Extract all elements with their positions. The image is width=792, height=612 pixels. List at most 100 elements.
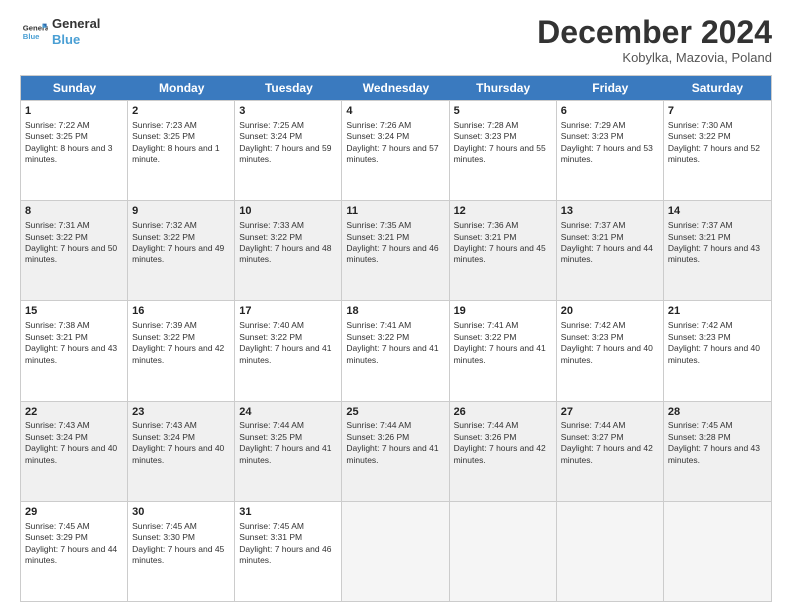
sunset-text: Sunset: 3:29 PM (25, 532, 123, 543)
logo-text: General Blue (52, 16, 100, 47)
sunrise-text: Sunrise: 7:33 AM (239, 220, 337, 231)
day-cell-6: 6Sunrise: 7:29 AMSunset: 3:23 PMDaylight… (557, 101, 664, 200)
daylight-text: Daylight: 7 hours and 41 minutes. (346, 443, 444, 466)
day-number: 2 (132, 104, 230, 119)
day-number: 26 (454, 405, 552, 420)
sunrise-text: Sunrise: 7:39 AM (132, 320, 230, 331)
logo: General Blue General Blue (20, 16, 100, 47)
day-number: 23 (132, 405, 230, 420)
empty-cell (664, 502, 771, 601)
daylight-text: Daylight: 7 hours and 41 minutes. (454, 343, 552, 366)
sunset-text: Sunset: 3:22 PM (25, 232, 123, 243)
sunrise-text: Sunrise: 7:42 AM (668, 320, 767, 331)
calendar-body: 1Sunrise: 7:22 AMSunset: 3:25 PMDaylight… (21, 100, 771, 601)
daylight-text: Daylight: 7 hours and 40 minutes. (25, 443, 123, 466)
day-cell-22: 22Sunrise: 7:43 AMSunset: 3:24 PMDayligh… (21, 402, 128, 501)
sunset-text: Sunset: 3:25 PM (239, 432, 337, 443)
day-number: 19 (454, 304, 552, 319)
day-cell-13: 13Sunrise: 7:37 AMSunset: 3:21 PMDayligh… (557, 201, 664, 300)
empty-cell (342, 502, 449, 601)
sunset-text: Sunset: 3:22 PM (239, 332, 337, 343)
sunset-text: Sunset: 3:22 PM (346, 332, 444, 343)
daylight-text: Daylight: 7 hours and 50 minutes. (25, 243, 123, 266)
day-cell-24: 24Sunrise: 7:44 AMSunset: 3:25 PMDayligh… (235, 402, 342, 501)
day-number: 12 (454, 204, 552, 219)
sunrise-text: Sunrise: 7:25 AM (239, 120, 337, 131)
sunset-text: Sunset: 3:22 PM (239, 232, 337, 243)
sunrise-text: Sunrise: 7:28 AM (454, 120, 552, 131)
sunrise-text: Sunrise: 7:26 AM (346, 120, 444, 131)
daylight-text: Daylight: 7 hours and 45 minutes. (454, 243, 552, 266)
sunset-text: Sunset: 3:31 PM (239, 532, 337, 543)
daylight-text: Daylight: 7 hours and 49 minutes. (132, 243, 230, 266)
day-number: 8 (25, 204, 123, 219)
title-block: December 2024 Kobylka, Mazovia, Poland (537, 16, 772, 65)
sunrise-text: Sunrise: 7:37 AM (668, 220, 767, 231)
day-number: 1 (25, 104, 123, 119)
daylight-text: Daylight: 7 hours and 57 minutes. (346, 143, 444, 166)
day-number: 29 (25, 505, 123, 520)
daylight-text: Daylight: 8 hours and 3 minutes. (25, 143, 123, 166)
calendar: SundayMondayTuesdayWednesdayThursdayFrid… (20, 75, 772, 602)
day-cell-31: 31Sunrise: 7:45 AMSunset: 3:31 PMDayligh… (235, 502, 342, 601)
header: General Blue General Blue December 2024 … (20, 16, 772, 65)
sunrise-text: Sunrise: 7:44 AM (454, 420, 552, 431)
empty-cell (557, 502, 664, 601)
sunset-text: Sunset: 3:23 PM (561, 332, 659, 343)
weekday-header-sunday: Sunday (21, 76, 128, 100)
day-cell-25: 25Sunrise: 7:44 AMSunset: 3:26 PMDayligh… (342, 402, 449, 501)
sunset-text: Sunset: 3:21 PM (25, 332, 123, 343)
sunrise-text: Sunrise: 7:23 AM (132, 120, 230, 131)
sunrise-text: Sunrise: 7:41 AM (346, 320, 444, 331)
sunrise-text: Sunrise: 7:40 AM (239, 320, 337, 331)
day-cell-16: 16Sunrise: 7:39 AMSunset: 3:22 PMDayligh… (128, 301, 235, 400)
day-number: 21 (668, 304, 767, 319)
day-cell-12: 12Sunrise: 7:36 AMSunset: 3:21 PMDayligh… (450, 201, 557, 300)
daylight-text: Daylight: 7 hours and 41 minutes. (239, 343, 337, 366)
empty-cell (450, 502, 557, 601)
sunrise-text: Sunrise: 7:45 AM (132, 521, 230, 532)
day-number: 28 (668, 405, 767, 420)
svg-text:Blue: Blue (23, 32, 40, 41)
day-cell-17: 17Sunrise: 7:40 AMSunset: 3:22 PMDayligh… (235, 301, 342, 400)
daylight-text: Daylight: 7 hours and 43 minutes. (668, 243, 767, 266)
sunset-text: Sunset: 3:22 PM (454, 332, 552, 343)
day-number: 31 (239, 505, 337, 520)
day-cell-3: 3Sunrise: 7:25 AMSunset: 3:24 PMDaylight… (235, 101, 342, 200)
sunset-text: Sunset: 3:24 PM (239, 131, 337, 142)
logo-line1: General (52, 16, 100, 32)
sunset-text: Sunset: 3:28 PM (668, 432, 767, 443)
sunset-text: Sunset: 3:21 PM (561, 232, 659, 243)
sunset-text: Sunset: 3:23 PM (561, 131, 659, 142)
day-cell-28: 28Sunrise: 7:45 AMSunset: 3:28 PMDayligh… (664, 402, 771, 501)
logo-line2: Blue (52, 32, 100, 48)
page: General Blue General Blue December 2024 … (0, 0, 792, 612)
day-cell-5: 5Sunrise: 7:28 AMSunset: 3:23 PMDaylight… (450, 101, 557, 200)
day-number: 20 (561, 304, 659, 319)
daylight-text: Daylight: 7 hours and 52 minutes. (668, 143, 767, 166)
daylight-text: Daylight: 7 hours and 40 minutes. (561, 343, 659, 366)
weekday-header-saturday: Saturday (664, 76, 771, 100)
sunrise-text: Sunrise: 7:45 AM (25, 521, 123, 532)
day-number: 10 (239, 204, 337, 219)
daylight-text: Daylight: 8 hours and 1 minute. (132, 143, 230, 166)
day-number: 7 (668, 104, 767, 119)
sunrise-text: Sunrise: 7:44 AM (346, 420, 444, 431)
daylight-text: Daylight: 7 hours and 43 minutes. (668, 443, 767, 466)
daylight-text: Daylight: 7 hours and 45 minutes. (132, 544, 230, 567)
day-cell-18: 18Sunrise: 7:41 AMSunset: 3:22 PMDayligh… (342, 301, 449, 400)
weekday-header-friday: Friday (557, 76, 664, 100)
day-cell-10: 10Sunrise: 7:33 AMSunset: 3:22 PMDayligh… (235, 201, 342, 300)
daylight-text: Daylight: 7 hours and 53 minutes. (561, 143, 659, 166)
calendar-header: SundayMondayTuesdayWednesdayThursdayFrid… (21, 76, 771, 100)
day-number: 6 (561, 104, 659, 119)
daylight-text: Daylight: 7 hours and 46 minutes. (239, 544, 337, 567)
daylight-text: Daylight: 7 hours and 41 minutes. (346, 343, 444, 366)
daylight-text: Daylight: 7 hours and 55 minutes. (454, 143, 552, 166)
daylight-text: Daylight: 7 hours and 42 minutes. (454, 443, 552, 466)
daylight-text: Daylight: 7 hours and 48 minutes. (239, 243, 337, 266)
sunrise-text: Sunrise: 7:30 AM (668, 120, 767, 131)
sunset-text: Sunset: 3:21 PM (668, 232, 767, 243)
sunset-text: Sunset: 3:24 PM (25, 432, 123, 443)
day-cell-26: 26Sunrise: 7:44 AMSunset: 3:26 PMDayligh… (450, 402, 557, 501)
